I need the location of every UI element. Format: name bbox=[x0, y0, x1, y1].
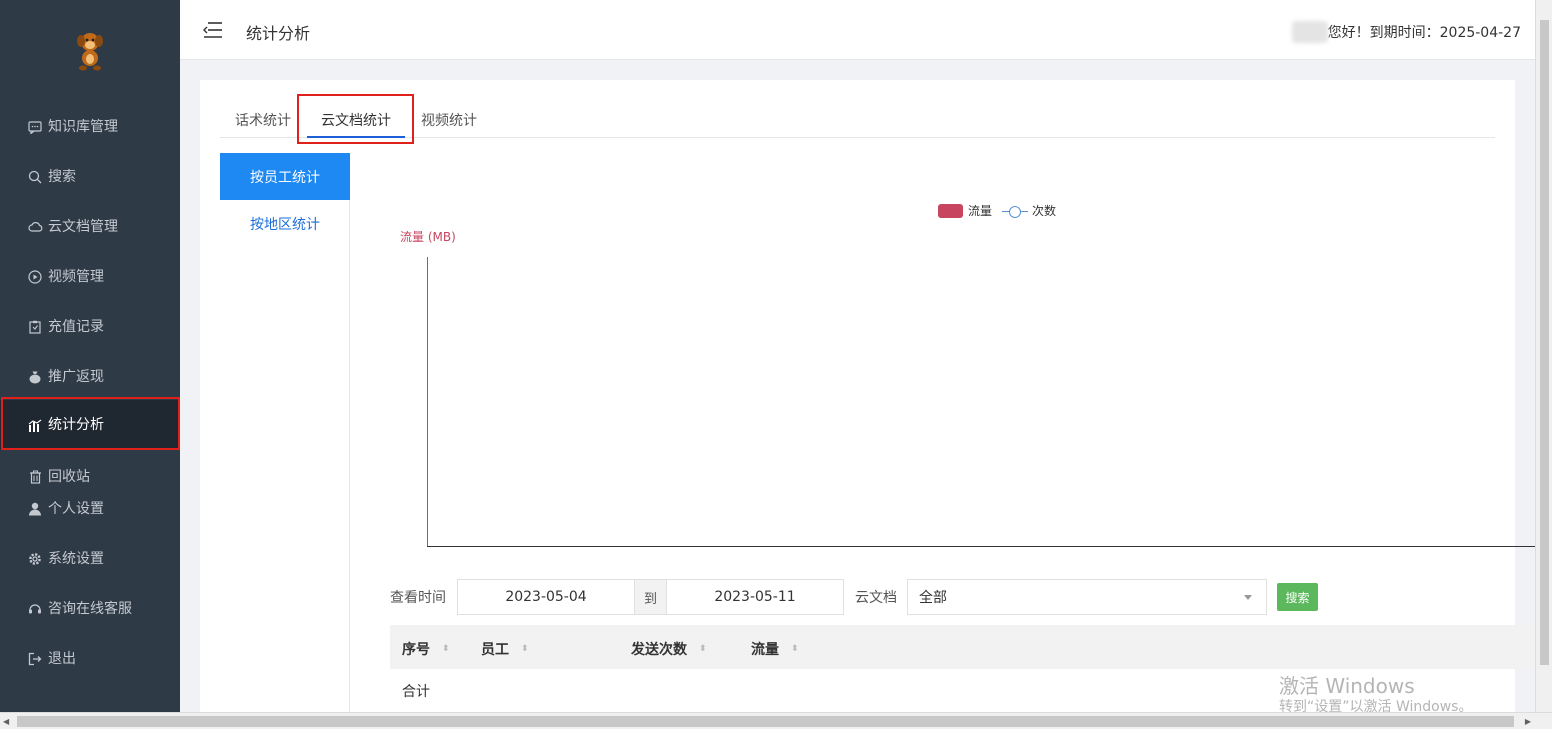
sidebar-item-video[interactable]: 视频管理 bbox=[0, 252, 180, 302]
end-date-input[interactable]: 2023-05-11 bbox=[666, 579, 844, 615]
column-header-employee[interactable]: 员工 ⬍ bbox=[481, 639, 529, 659]
sidebar-item-cloud-docs[interactable]: 云文档管理 bbox=[0, 202, 180, 252]
avatar bbox=[1291, 21, 1328, 43]
sidebar-item-label: 系统设置 bbox=[48, 551, 104, 567]
gear-icon bbox=[26, 550, 44, 568]
chart: 流量 次数 流量 (MB) bbox=[390, 190, 1540, 550]
windows-watermark-title: 激活 Windows bbox=[1279, 674, 1415, 698]
time-label: 查看时间 bbox=[390, 590, 446, 606]
scroll-left-icon[interactable]: ◀ bbox=[3, 717, 9, 726]
sort-icon[interactable]: ⬍ bbox=[699, 644, 707, 654]
sidebar-item-logout[interactable]: 退出 bbox=[0, 634, 180, 684]
sidebar-item-knowledge-base[interactable]: 知识库管理 bbox=[0, 102, 180, 152]
tab-cloud-doc-stats[interactable]: 云文档统计 bbox=[321, 110, 391, 130]
column-header-index[interactable]: 序号 ⬍ bbox=[402, 639, 450, 659]
column-header-label: 流量 bbox=[751, 642, 779, 658]
sidebar-item-label: 知识库管理 bbox=[48, 119, 118, 135]
search-icon bbox=[26, 168, 44, 186]
cloud-icon bbox=[26, 218, 44, 236]
column-header-send-count[interactable]: 发送次数 ⬍ bbox=[631, 639, 707, 659]
chevron-down-icon bbox=[1244, 595, 1252, 600]
start-date-input[interactable]: 2023-05-04 bbox=[457, 579, 635, 615]
sidebar-item-customer-service[interactable]: 咨询在线客服 bbox=[0, 584, 180, 634]
y-axis-label: 流量 (MB) bbox=[400, 230, 456, 244]
sidebar-item-label: 云文档管理 bbox=[48, 219, 118, 235]
sidebar-item-label: 咨询在线客服 bbox=[48, 601, 132, 617]
y-axis-line bbox=[427, 257, 428, 547]
legend-swatch-count[interactable] bbox=[1002, 205, 1029, 218]
expiry-greeting: 您好！到期时间：2025-04-27 bbox=[1327, 25, 1521, 41]
sidebar-item-label: 搜索 bbox=[48, 169, 76, 185]
sidebar-item-label: 推广返现 bbox=[48, 369, 104, 385]
sidebar: 知识库管理 搜索 云文档管理 视频管理 充值记录 推广返现 统计分析 回收站 个… bbox=[0, 0, 180, 712]
user-icon bbox=[26, 500, 44, 518]
table-header: 序号 ⬍ 员工 ⬍ 发送次数 ⬍ 流量 ⬍ bbox=[390, 625, 1537, 669]
sidebar-item-profile[interactable]: 个人设置 bbox=[0, 484, 180, 534]
tab-script-stats[interactable]: 话术统计 bbox=[235, 110, 291, 130]
sort-icon[interactable]: ⬍ bbox=[521, 644, 529, 654]
doc-label: 云文档 bbox=[855, 590, 897, 606]
tab-active-indicator bbox=[307, 136, 405, 138]
sort-icon[interactable]: ⬍ bbox=[791, 644, 799, 654]
sort-icon[interactable]: ⬍ bbox=[442, 644, 450, 654]
page-title: 统计分析 bbox=[246, 24, 311, 43]
sidebar-item-label: 视频管理 bbox=[48, 269, 104, 285]
legend-swatch-traffic[interactable] bbox=[938, 203, 963, 218]
headset-icon bbox=[26, 600, 44, 618]
stats-table: 序号 ⬍ 员工 ⬍ 发送次数 ⬍ 流量 ⬍ 合计 bbox=[390, 625, 1537, 713]
sidebar-item-label: 充值记录 bbox=[48, 319, 104, 335]
column-header-label: 员工 bbox=[481, 642, 509, 658]
scroll-right-icon[interactable]: ▶ bbox=[1525, 717, 1531, 726]
sidebar-item-recharge[interactable]: 充值记录 bbox=[0, 302, 180, 352]
clipboard-icon bbox=[26, 318, 44, 336]
sidebar-item-promotion[interactable]: 推广返现 bbox=[0, 352, 180, 402]
sidebar-item-label: 回收站 bbox=[48, 469, 90, 485]
legend-label-traffic[interactable]: 流量 bbox=[968, 202, 992, 219]
doc-select-value: 全部 bbox=[919, 590, 947, 606]
vertical-scrollbar-thumb[interactable] bbox=[1540, 20, 1549, 665]
doc-select[interactable]: 全部 bbox=[907, 579, 1267, 615]
main-card: 话术统计 云文档统计 视频统计 按员工统计 按地区统计 流量 次数 流量 (MB… bbox=[200, 80, 1537, 720]
sidebar-item-label: 退出 bbox=[48, 651, 76, 667]
filter-row: 查看时间 2023-05-04 到 2023-05-11 云文档 全部 搜索 bbox=[390, 579, 1318, 615]
horizontal-scrollbar[interactable]: ◀ ▶ bbox=[0, 712, 1552, 729]
sidebar-item-statistics[interactable]: 统计分析 bbox=[0, 400, 180, 450]
side-tab-list: 按员工统计 按地区统计 bbox=[220, 153, 350, 720]
chart-legend: 流量 次数 bbox=[938, 202, 1056, 219]
vertical-scrollbar[interactable] bbox=[1535, 0, 1552, 712]
x-axis-line bbox=[427, 546, 1535, 547]
column-header-label: 发送次数 bbox=[631, 642, 687, 658]
top-bar: 统计分析 您好！到期时间：2025-04-27 bbox=[180, 0, 1552, 60]
menu-toggle-icon[interactable] bbox=[202, 20, 224, 40]
user-info: 您好！到期时间：2025-04-27 bbox=[1291, 21, 1521, 43]
legend-label-count[interactable]: 次数 bbox=[1032, 202, 1056, 219]
column-header-traffic[interactable]: 流量 ⬍ bbox=[751, 639, 799, 659]
monkey-logo-icon bbox=[77, 33, 103, 71]
horizontal-scrollbar-thumb[interactable] bbox=[17, 716, 1514, 727]
money-bag-icon bbox=[26, 368, 44, 386]
total-label: 合计 bbox=[402, 683, 430, 700]
sidebar-item-system-settings[interactable]: 系统设置 bbox=[0, 534, 180, 584]
sidebar-item-search[interactable]: 搜索 bbox=[0, 152, 180, 202]
tab-bar: 话术统计 云文档统计 视频统计 bbox=[220, 102, 1495, 138]
column-header-label: 序号 bbox=[402, 642, 430, 658]
search-button[interactable]: 搜索 bbox=[1277, 583, 1318, 611]
play-icon bbox=[26, 268, 44, 286]
side-tab-by-employee[interactable]: 按员工统计 bbox=[220, 153, 350, 200]
date-separator: 到 bbox=[635, 579, 666, 615]
logout-icon bbox=[26, 650, 44, 668]
message-icon bbox=[26, 118, 44, 136]
tab-video-stats[interactable]: 视频统计 bbox=[421, 110, 477, 130]
side-tab-by-region[interactable]: 按地区统计 bbox=[220, 200, 350, 247]
sidebar-item-label: 统计分析 bbox=[48, 417, 104, 433]
chart-icon bbox=[26, 416, 44, 434]
sidebar-item-label: 个人设置 bbox=[48, 501, 104, 517]
